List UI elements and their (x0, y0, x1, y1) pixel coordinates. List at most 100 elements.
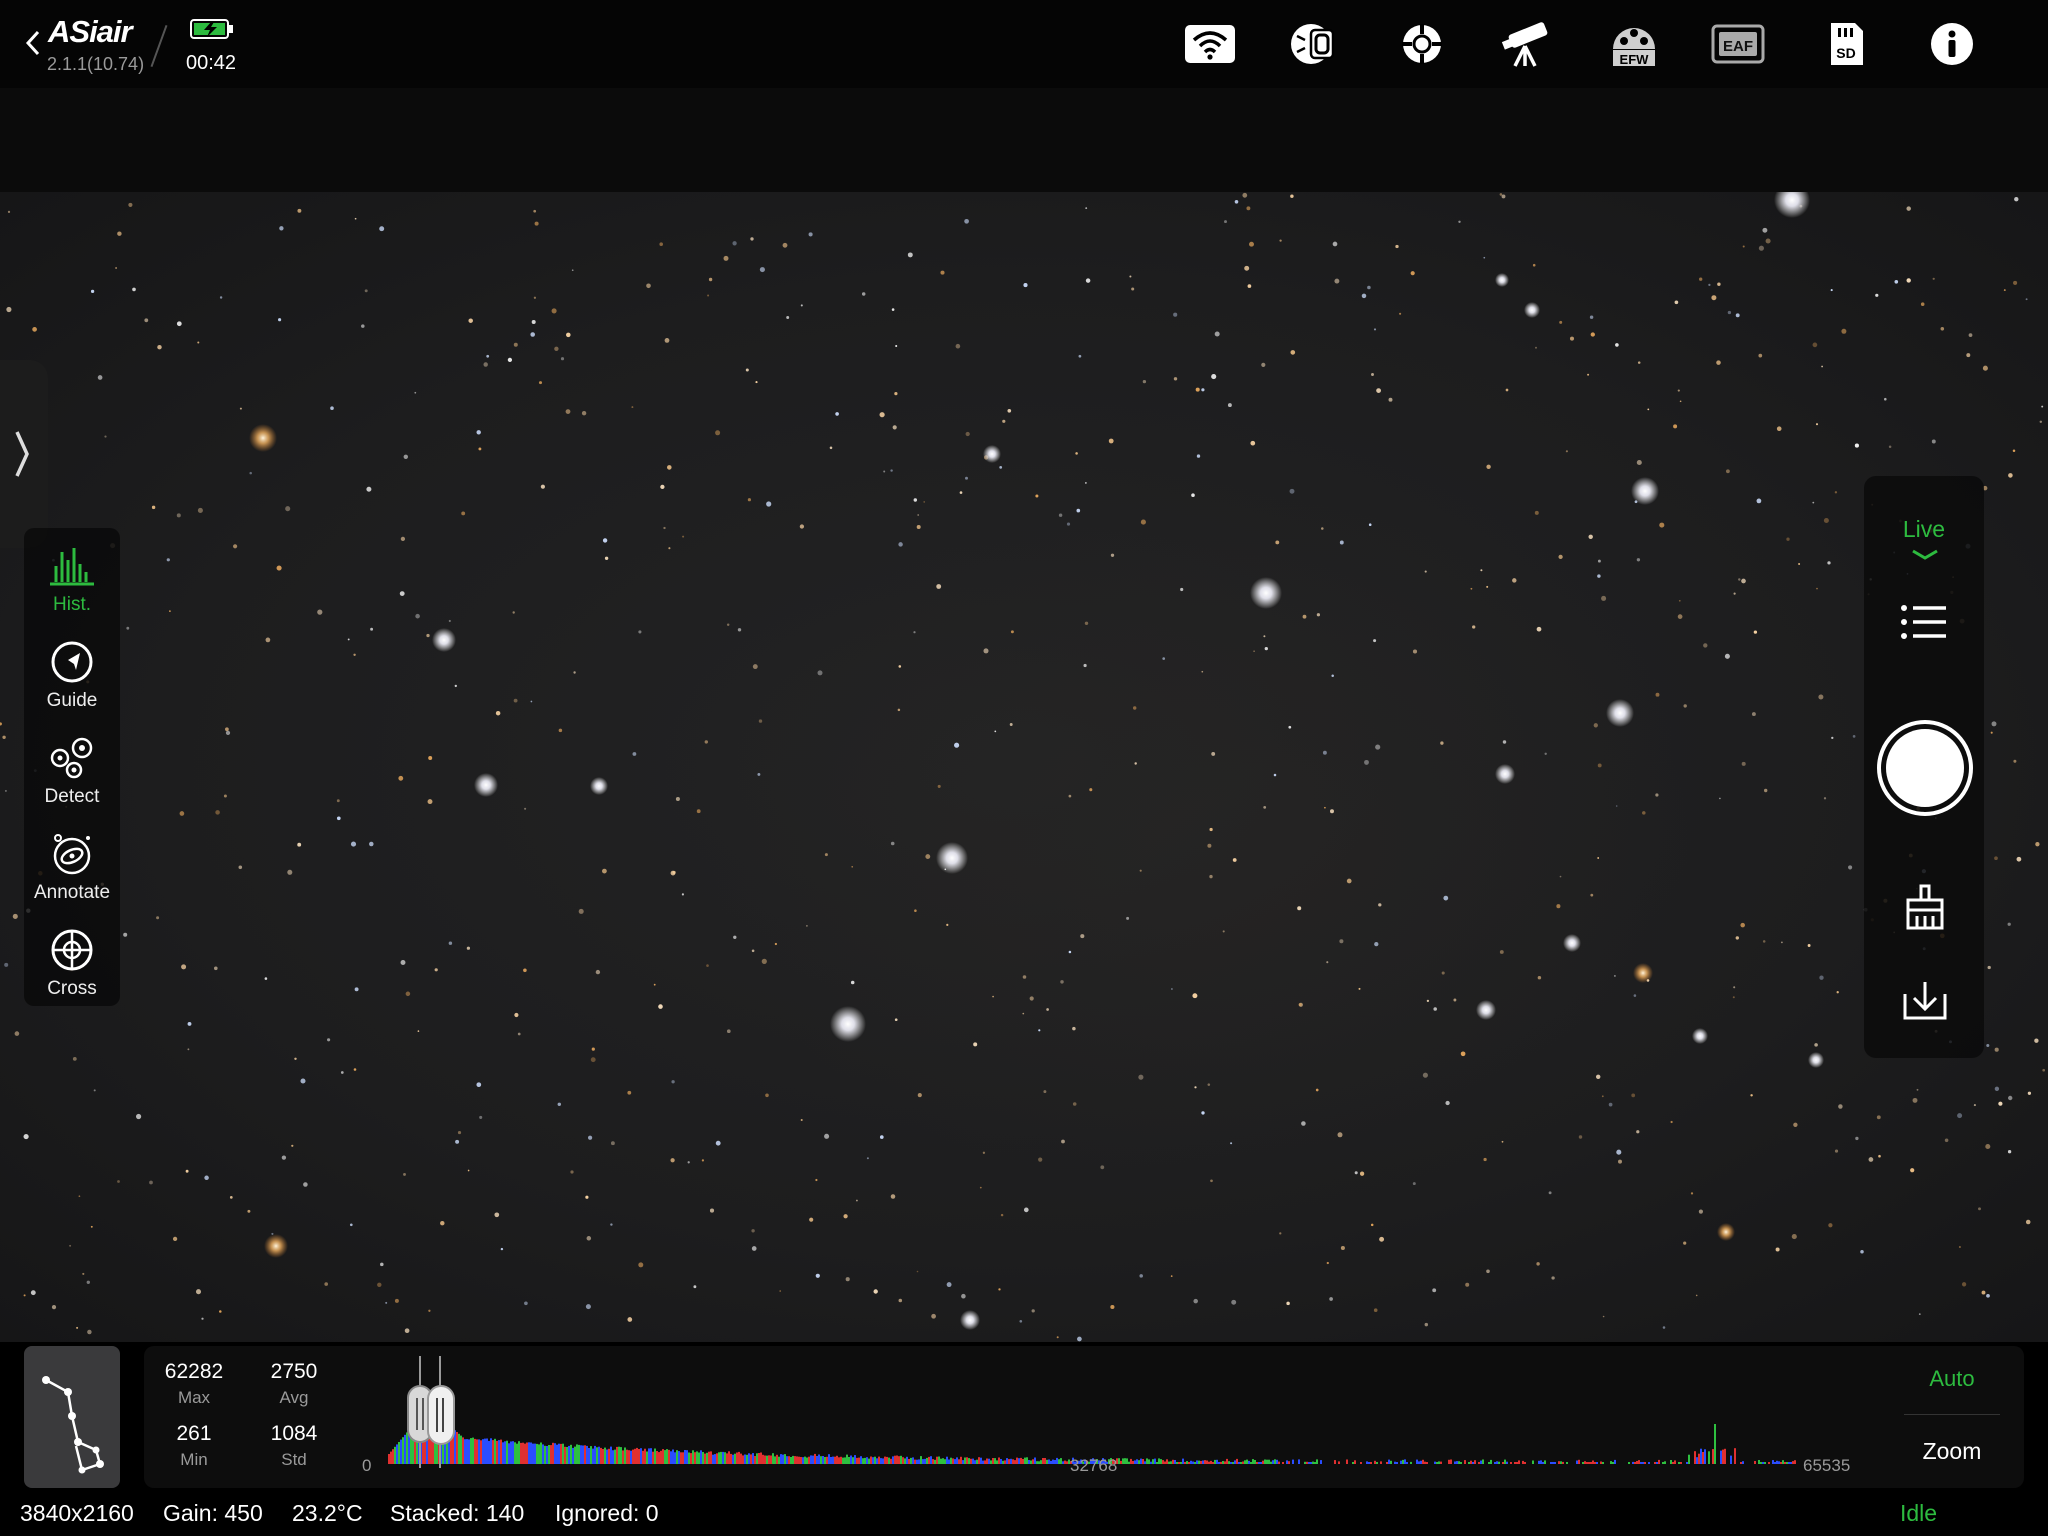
star (955, 343, 961, 349)
capture-panel: Live (1864, 476, 1984, 1058)
sky-image-preview[interactable] (0, 192, 2048, 1342)
histogram-graph[interactable] (376, 1346, 1936, 1488)
histogram-bar (972, 1458, 974, 1464)
histogram-bar (1590, 1462, 1592, 1464)
star (1290, 350, 1296, 355)
star (1854, 443, 1859, 448)
histogram-bar (464, 1439, 466, 1464)
star (1733, 986, 1736, 989)
tool-detect[interactable]: Detect (24, 728, 120, 820)
histogram-bar (1054, 1460, 1056, 1464)
histogram-bar (1046, 1459, 1048, 1464)
histogram-bar (914, 1459, 916, 1464)
star (1505, 388, 1509, 392)
list-menu-icon[interactable] (1900, 602, 1948, 642)
histogram-bar (606, 1449, 608, 1464)
histogram-bar (468, 1439, 470, 1464)
star (219, 1310, 222, 1313)
tool-cross[interactable]: Cross (24, 920, 120, 1012)
star (845, 1277, 850, 1282)
star (1841, 328, 1847, 334)
histogram-bar (586, 1445, 588, 1464)
telescope-icon[interactable] (1498, 16, 1554, 72)
star (2007, 922, 2011, 926)
tool-histogram[interactable]: Hist. (24, 536, 120, 628)
tool-guide[interactable]: Guide (24, 632, 120, 724)
star (1470, 587, 1473, 590)
star (1326, 961, 1329, 964)
histogram-bar (628, 1450, 630, 1464)
histogram-bar (1506, 1461, 1508, 1464)
guide-scope-icon[interactable] (1394, 16, 1450, 72)
histogram-bar (466, 1439, 468, 1464)
histogram-bar (634, 1448, 636, 1464)
histogram-bar (946, 1456, 948, 1464)
star (774, 942, 778, 946)
histogram-bar (944, 1459, 946, 1464)
left-drawer-tab[interactable] (0, 360, 48, 548)
star (1191, 493, 1195, 497)
histogram-bar (1696, 1457, 1698, 1464)
clear-broom-icon[interactable] (1902, 884, 1948, 930)
histogram-bar (1224, 1461, 1226, 1464)
eaf-icon[interactable]: EAF (1710, 16, 1766, 72)
constellation-thumbnail[interactable] (24, 1346, 120, 1488)
histogram-bar (1460, 1462, 1462, 1464)
histogram-bar (1226, 1458, 1228, 1464)
chevron-down-icon[interactable] (1910, 548, 1940, 562)
histogram-bar (1174, 1460, 1176, 1464)
tool-annotate[interactable]: Annotate (24, 824, 120, 916)
star (732, 241, 737, 246)
star (1716, 360, 1721, 365)
histogram-bar (1730, 1455, 1732, 1464)
auto-stretch-button[interactable]: Auto (1904, 1366, 2000, 1392)
star (1373, 328, 1377, 331)
crosshair-icon (51, 929, 93, 971)
star (1818, 694, 1824, 700)
bright-star (1250, 577, 1282, 609)
histogram-bar (1450, 1459, 1452, 1464)
histogram-bar (1582, 1462, 1584, 1464)
wifi-icon[interactable] (1182, 16, 1238, 72)
histogram-bar (934, 1459, 936, 1464)
histogram-bar (706, 1452, 708, 1464)
sd-card-icon[interactable]: SD (1818, 16, 1874, 72)
star (1565, 450, 1568, 453)
star (144, 318, 149, 323)
star (1536, 626, 1542, 632)
zoom-button[interactable]: Zoom (1904, 1438, 2000, 1465)
camera-icon[interactable] (1286, 16, 1342, 72)
histogram-bar (1698, 1453, 1700, 1464)
star (197, 507, 203, 513)
tool-label: Detect (44, 786, 100, 807)
star (132, 287, 136, 292)
efw-icon[interactable]: EFW (1606, 16, 1662, 72)
back-chevron-icon[interactable] (22, 26, 44, 60)
shutter-button[interactable] (1877, 720, 1973, 816)
star (1329, 1297, 1333, 1301)
star (1334, 278, 1340, 284)
histogram-bar (692, 1450, 694, 1464)
info-icon[interactable] (1924, 16, 1980, 72)
star (1222, 930, 1225, 933)
star (707, 294, 710, 297)
mode-selector[interactable]: Live (1864, 516, 1984, 543)
histogram-bar (392, 1449, 394, 1464)
histogram-bar (656, 1451, 658, 1464)
star (664, 338, 670, 343)
star (514, 1012, 519, 1018)
star (861, 292, 866, 296)
star (1395, 244, 1399, 249)
star (1108, 438, 1114, 444)
histogram-bar (532, 1443, 534, 1464)
histogram-bar (796, 1456, 798, 1464)
download-icon[interactable] (1902, 980, 1948, 1022)
star (1978, 1207, 1981, 1211)
histogram-bar (1562, 1461, 1564, 1464)
histogram-bar (394, 1446, 396, 1464)
histogram-bar (568, 1445, 570, 1464)
star (176, 321, 182, 327)
star (765, 1093, 769, 1098)
histogram-bar (1130, 1458, 1132, 1464)
star (1376, 388, 1381, 393)
